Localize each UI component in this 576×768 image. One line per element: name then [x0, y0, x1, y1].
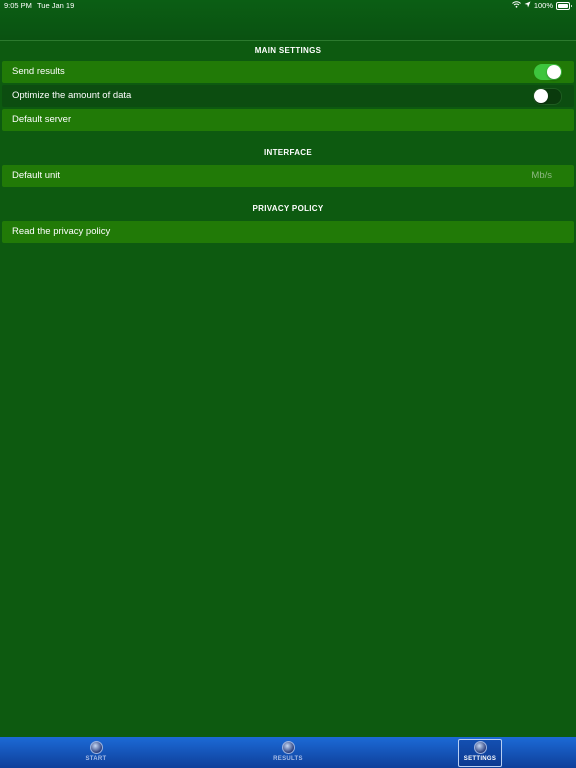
status-right: 100% [511, 0, 572, 12]
status-time: 9:05 PM [4, 1, 32, 10]
section-header-main-settings: MAIN SETTINGS [254, 46, 322, 55]
default-unit-label: Default unit [12, 170, 61, 181]
tab-start-label: START [85, 756, 107, 762]
optimize-data-toggle[interactable] [533, 88, 562, 105]
toggle-knob [547, 65, 561, 79]
send-results-toggle[interactable] [534, 64, 562, 80]
tab-bar: START RESULTS SETTINGS [0, 737, 576, 768]
default-server-label: Default server [12, 114, 72, 125]
wifi-icon [511, 0, 521, 12]
default-unit-row[interactable]: Default unit Mb/s [2, 165, 574, 187]
settings-list: MAIN SETTINGS Send results Optimize the … [0, 41, 576, 243]
privacy-policy-row[interactable]: Read the privacy policy [2, 221, 574, 243]
globe-icon [473, 741, 487, 754]
privacy-policy-label: Read the privacy policy [12, 226, 111, 237]
tab-settings-label: SETTINGS [463, 756, 497, 762]
tab-start[interactable]: START [51, 737, 141, 768]
tab-results-label: RESULTS [273, 756, 303, 762]
send-results-row: Send results [2, 61, 574, 83]
status-date: Tue Jan 19 [37, 1, 75, 10]
battery-icon [556, 2, 572, 10]
optimize-data-row: Optimize the amount of data [2, 85, 574, 107]
tab-results[interactable]: RESULTS [243, 737, 333, 768]
default-unit-value: Mb/s [531, 170, 552, 181]
status-bar: 9:05 PM Tue Jan 19 100% [0, 0, 576, 14]
send-results-label: Send results [12, 66, 65, 77]
results-icon [281, 741, 295, 754]
default-server-row[interactable]: Default server [2, 109, 574, 131]
location-arrow-icon [524, 0, 531, 12]
battery-percent: 100% [533, 1, 553, 10]
section-header-interface: INTERFACE [263, 148, 313, 157]
toggle-knob [534, 89, 548, 103]
tab-settings[interactable]: SETTINGS [435, 737, 525, 768]
speedometer-icon [89, 741, 103, 754]
section-header-privacy-policy: PRIVACY POLICY [252, 204, 324, 213]
optimize-data-label: Optimize the amount of data [12, 90, 132, 101]
